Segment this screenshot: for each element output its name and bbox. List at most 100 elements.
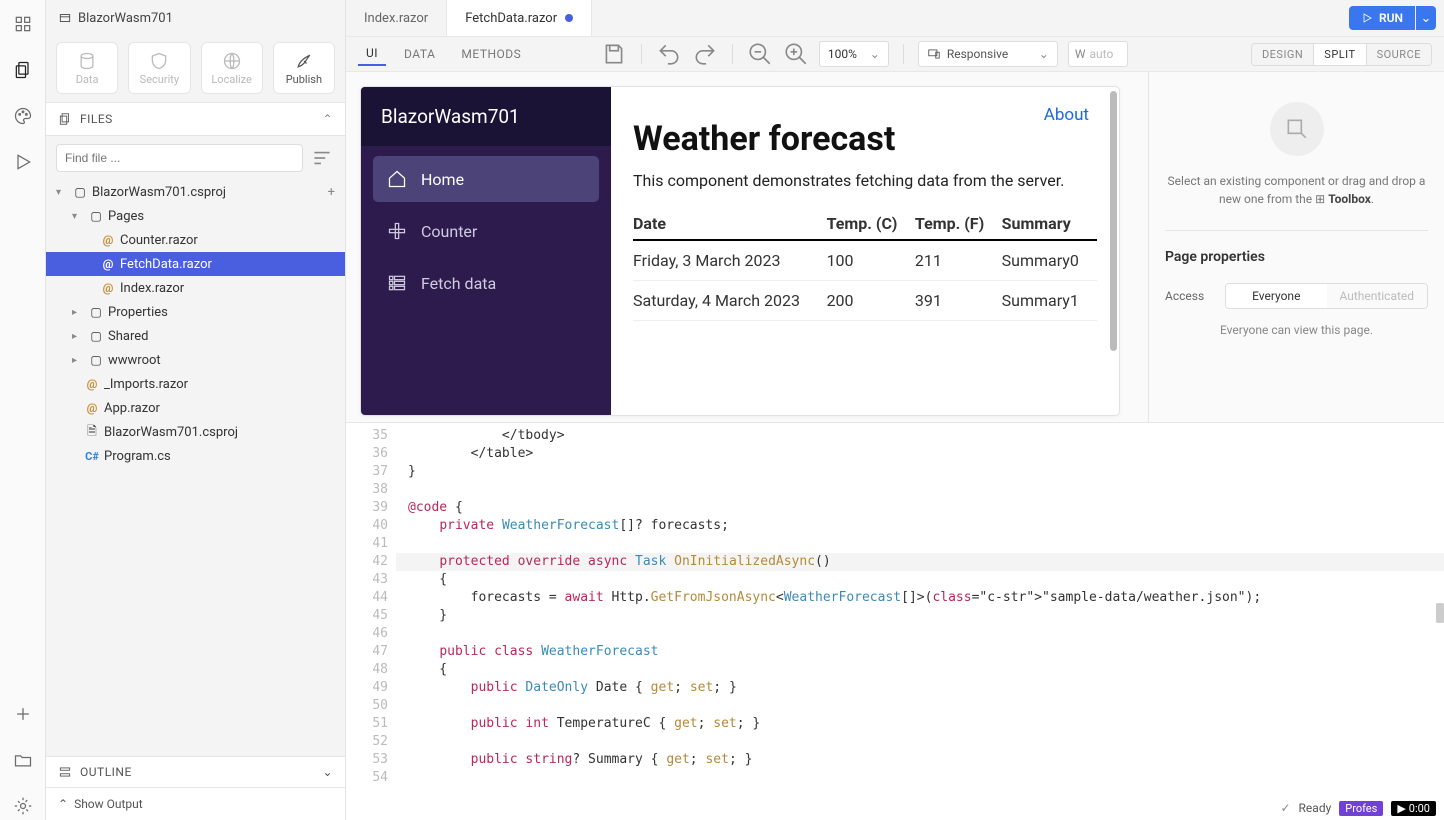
preview-sidebar: BlazorWasm701 Home Counter [361,87,611,415]
save-icon[interactable] [601,41,627,67]
toolbox-glyph-icon: ⊞ [1315,192,1325,206]
preview-scrollbar[interactable] [1110,91,1117,351]
files-icon[interactable] [9,56,37,84]
project-header: BlazorWasm701 [46,0,345,36]
file-tree: ▾ ▢ BlazorWasm701.csproj + ▾ ▢ Pages @ C… [46,180,345,756]
preview-main: About Weather forecast This component de… [611,87,1119,415]
tree-fetchdata[interactable]: @ FetchData.razor [46,252,345,276]
access-everyone[interactable]: Everyone [1226,284,1327,308]
play-icon [1361,12,1373,24]
mode-methods[interactable]: METHODS [453,43,529,65]
open-folder-icon[interactable] [9,746,37,774]
th-tempf: Temp. (F) [915,208,1002,240]
localize-button[interactable]: Localize [201,42,263,94]
tree-collapse-icon[interactable] [309,145,335,171]
device-select[interactable]: Responsive⌄ [918,41,1058,67]
settings-icon[interactable] [9,792,37,820]
toolbox-icon[interactable] [9,10,37,38]
about-link[interactable]: About [1044,105,1089,125]
tree-app[interactable]: @ App.razor [46,396,345,420]
width-field[interactable]: Wauto [1068,41,1128,67]
add-icon[interactable] [9,700,37,728]
run-button[interactable]: RUN [1349,6,1415,30]
tree-imports[interactable]: @ _Imports.razor [46,372,345,396]
nav-counter[interactable]: Counter [373,208,599,254]
home-icon [387,169,407,189]
preview-frame: BlazorWasm701 Home Counter [360,86,1120,416]
chevron-down-icon: ⌄ [322,765,333,779]
palette-icon[interactable] [9,102,37,130]
responsive-icon [927,47,941,61]
view-design[interactable]: DESIGN [1252,44,1313,65]
zoom-select[interactable]: 100%⌄ [819,41,889,67]
access-authenticated[interactable]: Authenticated [1327,284,1428,308]
content: BlazorWasm701 Home Counter [346,72,1444,820]
razor-icon: @ [84,401,100,415]
redo-icon[interactable] [692,41,718,67]
page-properties-title: Page properties [1165,249,1265,265]
tab-index[interactable]: Index.razor [346,0,447,36]
publish-button[interactable]: Publish [273,42,335,94]
folder-icon: ▢ [88,305,104,319]
tree-properties[interactable]: ▸ ▢ Properties [46,300,345,324]
show-output-button[interactable]: ⌃ Show Output [46,788,345,820]
code[interactable]: </tbody> </table>}@code { private Weathe… [396,423,1444,820]
tab-fetchdata[interactable]: FetchData.razor [447,0,592,36]
preview-wrap: BlazorWasm701 Home Counter [346,72,1148,422]
mode-data[interactable]: DATA [396,43,443,65]
zoom-in-icon[interactable] [783,41,809,67]
th-tempc: Temp. (C) [827,208,915,240]
outline-header[interactable]: OUTLINE ⌄ [46,756,345,788]
preview-brand: BlazorWasm701 [361,87,611,146]
add-file-icon[interactable]: + [328,185,335,200]
view-toggle: DESIGN SPLIT SOURCE [1251,43,1432,66]
properties-panel: Select an existing component or drag and… [1148,72,1444,422]
placeholder-icon [1270,102,1324,156]
tree-csproj[interactable]: 🗎 BlazorWasm701.csproj [46,420,345,444]
tree-root[interactable]: ▾ ▢ BlazorWasm701.csproj + [46,180,345,204]
view-source[interactable]: SOURCE [1367,44,1431,65]
tree-pages[interactable]: ▾ ▢ Pages [46,204,345,228]
tree-program[interactable]: C# Program.cs [46,444,345,468]
access-note: Everyone can view this page. [1220,323,1373,337]
splitter-handle[interactable] [1436,603,1444,623]
razor-icon: @ [100,281,116,295]
run-icon[interactable] [9,148,37,176]
razor-icon: @ [100,233,116,247]
tree-wwwroot[interactable]: ▸ ▢ wwwroot [46,348,345,372]
undo-icon[interactable] [656,41,682,67]
tree-counter[interactable]: @ Counter.razor [46,228,345,252]
code-editor[interactable]: 3536373839404142434445464748495051525354… [346,422,1444,820]
security-button[interactable]: Security [128,42,190,94]
run-dropdown[interactable]: ⌄ [1416,6,1436,30]
list-icon [387,273,407,293]
table-row: Saturday, 4 March 2023 200 391 Summary1 [633,281,1097,321]
chevron-up-icon: ⌃ [58,797,68,811]
data-button[interactable]: Data [56,42,118,94]
access-segmented: Everyone Authenticated [1225,283,1428,309]
th-summary: Summary [1002,208,1097,240]
project-icon [58,11,72,25]
plus-icon [387,221,407,241]
chevron-up-icon: ⌃ [322,112,333,126]
tabs-row: Index.razor FetchData.razor RUN ⌄ [346,0,1444,36]
nav-fetchdata[interactable]: Fetch data [373,260,599,306]
files-section-header[interactable]: FILES ⌃ [46,102,345,136]
nav-home[interactable]: Home [373,156,599,202]
activity-bar [0,0,46,820]
view-split[interactable]: SPLIT [1313,44,1366,65]
search-input[interactable] [56,144,303,172]
forecast-table: Date Temp. (C) Temp. (F) Summary Friday,… [633,208,1097,321]
global-status: ✓ Ready Profes ▶0:00 [1272,796,1444,820]
left-panel: BlazorWasm701 Data Security Localize Pub… [46,0,346,820]
tree-index[interactable]: @ Index.razor [46,276,345,300]
file-icon: 🗎 [84,422,100,443]
status-ready: Ready [1299,801,1332,815]
mode-ui[interactable]: UI [358,42,386,66]
tree-shared[interactable]: ▸ ▢ Shared [46,324,345,348]
th-date: Date [633,208,827,240]
outline-icon [58,765,72,779]
files-section-icon [58,112,72,126]
zoom-out-icon[interactable] [747,41,773,67]
search-row [46,136,345,180]
